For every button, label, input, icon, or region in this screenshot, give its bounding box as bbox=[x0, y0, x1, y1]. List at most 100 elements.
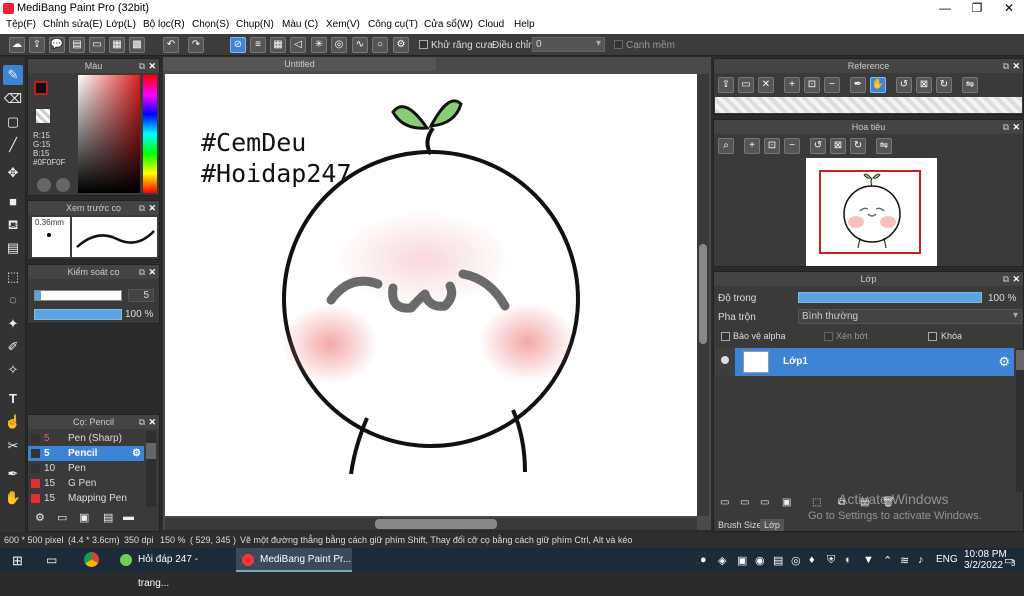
ref-eyedropper-icon[interactable]: ✒ bbox=[850, 77, 866, 93]
panel-close-icon[interactable]: ✕ bbox=[148, 265, 156, 279]
tray-icon-1[interactable]: ● bbox=[700, 554, 707, 566]
foreground-color-swatch[interactable] bbox=[34, 81, 48, 95]
select-eraser-icon[interactable]: ✧ bbox=[3, 360, 23, 380]
saturation-value-picker[interactable] bbox=[78, 75, 140, 193]
windows-start-icon[interactable]: ⊞ bbox=[12, 553, 23, 569]
bucket-tool-icon[interactable]: ⛾ bbox=[3, 215, 23, 235]
detach-icon[interactable]: ⧉ bbox=[1003, 272, 1009, 286]
panel-close-icon[interactable]: ✕ bbox=[1012, 272, 1020, 286]
minimize-button[interactable]: — bbox=[930, 0, 960, 17]
task-view-icon[interactable]: ▭ bbox=[46, 553, 57, 567]
detach-icon[interactable]: ⧉ bbox=[1003, 59, 1009, 73]
tiles-icon[interactable]: ▩ bbox=[129, 37, 145, 53]
panel-close-icon[interactable]: ✕ bbox=[148, 201, 156, 215]
select-tool-icon[interactable]: ⬚ bbox=[3, 267, 23, 287]
fill-rect-tool-icon[interactable]: ■ bbox=[3, 192, 23, 212]
language-indicator[interactable]: ENG bbox=[936, 554, 958, 565]
new-folder-icon[interactable]: ▭ bbox=[760, 497, 769, 508]
edge-checkbox[interactable] bbox=[614, 40, 623, 49]
folder-icon[interactable]: ▬ bbox=[123, 511, 134, 523]
tray-icon-3[interactable]: ▣ bbox=[737, 554, 747, 567]
chrome-icon[interactable] bbox=[84, 552, 99, 567]
brush-size-tab[interactable]: Brush Size bbox=[718, 520, 762, 530]
palette-icon[interactable] bbox=[37, 178, 51, 192]
nav-zoom-in-icon[interactable]: + bbox=[744, 138, 760, 154]
brush-item-g-pen[interactable]: 15 G Pen bbox=[28, 476, 144, 491]
comment-icon[interactable]: 💬 bbox=[49, 37, 65, 53]
tray-icon-6[interactable]: ◎ bbox=[791, 554, 801, 567]
menu-cloud[interactable]: Cloud bbox=[478, 19, 504, 30]
ref-flip-icon[interactable]: ⇋ bbox=[962, 77, 978, 93]
ref-rotate-right-icon[interactable]: ↻ bbox=[936, 77, 952, 93]
canvas-paper[interactable]: #CemDeu #Hoidap247 bbox=[165, 74, 697, 516]
vivaldi-icon[interactable]: ▼ bbox=[863, 554, 874, 566]
chevron-up-icon[interactable]: ⌃ bbox=[883, 554, 892, 567]
brush-tool-icon[interactable]: ✎ bbox=[3, 65, 23, 85]
shield-icon[interactable]: ⛨ bbox=[827, 554, 835, 567]
layer-opacity-slider[interactable] bbox=[798, 292, 982, 303]
brush-item-pencil[interactable]: 5 Pencil ⚙ bbox=[28, 446, 144, 461]
select-pen-icon[interactable]: ✐ bbox=[3, 337, 23, 357]
panel-close-icon[interactable]: ✕ bbox=[148, 59, 156, 73]
grid-icon[interactable]: ▦ bbox=[109, 37, 125, 53]
nav-zoom-out-icon[interactable]: − bbox=[784, 138, 800, 154]
snap-curve-icon[interactable]: ∿ bbox=[352, 37, 368, 53]
merge-layer-icon[interactable]: ⬚ bbox=[812, 497, 821, 508]
detach-icon[interactable]: ⧉ bbox=[139, 415, 145, 429]
gradient-tool-icon[interactable]: ▤ bbox=[3, 238, 23, 258]
brush-size-slider[interactable] bbox=[34, 290, 122, 301]
canvas-tab[interactable]: Untitled bbox=[163, 57, 436, 71]
ref-zoom-in-icon[interactable]: + bbox=[784, 77, 800, 93]
snap-settings-icon[interactable]: ⚙ bbox=[393, 37, 409, 53]
eraser-tool-icon[interactable]: ⌫ bbox=[3, 89, 23, 109]
menu-filter[interactable]: Bộ lọc(R) bbox=[143, 19, 185, 30]
rect-tool-icon[interactable]: ▢ bbox=[3, 112, 23, 132]
hue-slider[interactable] bbox=[143, 75, 157, 193]
menu-help[interactable]: Help bbox=[514, 19, 535, 30]
move-tool-icon[interactable]: ✥ bbox=[3, 163, 23, 183]
lock-checkbox[interactable] bbox=[928, 332, 937, 341]
brush-settings-icon[interactable]: ⚙ bbox=[132, 446, 141, 461]
reference-canvas[interactable] bbox=[715, 97, 1022, 113]
panel-close-icon[interactable]: ✕ bbox=[148, 415, 156, 429]
clock-date[interactable]: 3/2/2022 bbox=[964, 560, 1003, 571]
new-halftone-layer-icon[interactable]: ▭ bbox=[740, 497, 749, 508]
detach-icon[interactable]: ⧉ bbox=[139, 201, 145, 215]
page-icon[interactable]: ▭ bbox=[89, 37, 105, 53]
ref-fit-icon[interactable]: ⊡ bbox=[804, 77, 820, 93]
material-icon[interactable]: ▤ bbox=[69, 37, 85, 53]
nav-fit-icon[interactable]: ⊡ bbox=[764, 138, 780, 154]
menu-capture[interactable]: Chụp(N) bbox=[236, 19, 274, 30]
ref-hand-icon[interactable]: ✋ bbox=[870, 77, 886, 93]
close-button[interactable]: ✕ bbox=[994, 0, 1024, 17]
nav-reset-icon[interactable]: ⊠ bbox=[830, 138, 846, 154]
usb-icon[interactable]: ♦ bbox=[809, 554, 815, 566]
tray-icon-9[interactable]: ◐ bbox=[845, 554, 852, 566]
taskbar-item-browser[interactable]: Hỏi đáp 247 - trang... bbox=[114, 548, 230, 589]
steam-icon[interactable]: ◉ bbox=[755, 554, 765, 567]
brush-size-field[interactable]: 5 bbox=[128, 289, 154, 302]
nav-zoom-icon[interactable]: ⌕ bbox=[718, 138, 734, 154]
eyedropper-icon[interactable]: ✒ bbox=[3, 464, 23, 484]
menu-edit[interactable]: Chỉnh sửa(E) bbox=[43, 19, 103, 30]
share-icon[interactable]: ⇪ bbox=[29, 37, 45, 53]
menu-window[interactable]: Cửa sổ(W) bbox=[424, 19, 473, 30]
ref-rotate-left-icon[interactable]: ↺ bbox=[896, 77, 912, 93]
panel-close-icon[interactable]: ✕ bbox=[1012, 120, 1020, 134]
menu-view[interactable]: Xem(V) bbox=[326, 19, 360, 30]
wifi-icon[interactable]: ≋ bbox=[900, 554, 909, 567]
nav-flip-icon[interactable]: ⇋ bbox=[876, 138, 892, 154]
snap-off-icon[interactable]: ⊘ bbox=[230, 37, 246, 53]
eye-icon[interactable] bbox=[721, 356, 729, 364]
color-history-icon[interactable] bbox=[56, 178, 70, 192]
clock-time[interactable]: 10:08 PM bbox=[964, 549, 1007, 560]
snap-parallel-icon[interactable]: ≡ bbox=[250, 37, 266, 53]
ref-reset-icon[interactable]: ⊠ bbox=[916, 77, 932, 93]
transparent-swatch[interactable] bbox=[36, 109, 50, 123]
menu-file[interactable]: Tệp(F) bbox=[6, 19, 36, 30]
hand-tool-icon[interactable]: ✋ bbox=[3, 488, 23, 508]
layer-scrollbar[interactable] bbox=[1016, 348, 1024, 492]
copy-brush-icon[interactable]: ▤ bbox=[103, 511, 113, 524]
brush-item-pen-sharp[interactable]: 5 Pen (Sharp) bbox=[28, 431, 144, 446]
lasso-tool-icon[interactable]: ◌ bbox=[3, 290, 23, 310]
